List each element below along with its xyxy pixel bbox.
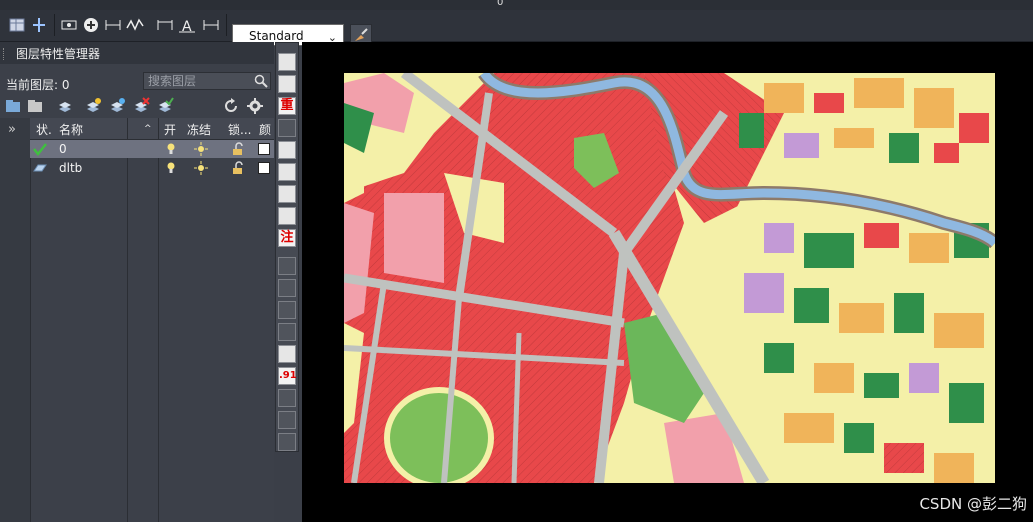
- col-on[interactable]: 开: [164, 121, 176, 138]
- col-lock[interactable]: 锁...: [228, 121, 251, 138]
- park-circle: [384, 387, 494, 483]
- layer-name: dltb: [59, 161, 83, 175]
- set-current-icon[interactable]: [156, 97, 174, 115]
- dim-style-icon[interactable]: [202, 16, 220, 34]
- dimension-icon[interactable]: [30, 16, 48, 34]
- watermark-text: CSDN @彭二狗: [919, 495, 1027, 513]
- panel-title-bar[interactable]: 图层特性管理器: [0, 42, 274, 64]
- new-group-filter-icon[interactable]: [26, 97, 44, 115]
- sun-icon[interactable]: [194, 161, 208, 175]
- new-property-filter-icon[interactable]: [4, 97, 22, 115]
- dim-aligned-icon[interactable]: [104, 16, 122, 34]
- main-toolbar: A Standard ⌄: [0, 10, 1033, 46]
- line-tool-icon[interactable]: [278, 411, 296, 429]
- dim-ordinate-icon[interactable]: [156, 16, 174, 34]
- checkmark-icon: [33, 143, 47, 156]
- new-layer-icon[interactable]: [84, 97, 102, 115]
- col-status[interactable]: 状.: [36, 121, 52, 138]
- divider-line-icon[interactable]: [278, 301, 296, 319]
- search-layer-input[interactable]: 搜索图层: [143, 72, 271, 90]
- current-layer-label: 当前图层: 0: [6, 78, 70, 92]
- unlock-icon[interactable]: [231, 161, 245, 175]
- column-divider: [127, 118, 128, 522]
- drawing-canvas[interactable]: CSDN @彭二狗: [302, 42, 1033, 522]
- refresh-icon[interactable]: [222, 97, 240, 115]
- column-divider: [158, 118, 159, 522]
- layer-icon: [33, 164, 47, 172]
- elevation-button[interactable]: .91: [278, 367, 297, 385]
- layer-properties-panel: 图层特性管理器 当前图层: 0 搜索图层 » 状. 名称 ^ 开 冻结 锁...…: [0, 42, 274, 522]
- ruler-icon[interactable]: [278, 323, 296, 341]
- color-swatch[interactable]: [258, 162, 270, 174]
- zoom-code-icon[interactable]: [278, 53, 296, 71]
- text-style-value: Standard: [249, 29, 304, 43]
- gear-icon[interactable]: [246, 97, 264, 115]
- duplicate-check-button[interactable]: 重: [278, 97, 296, 115]
- unlock-icon[interactable]: [231, 142, 245, 156]
- text-style-icon[interactable]: A: [178, 16, 196, 34]
- rectangle-icon[interactable]: [278, 279, 296, 297]
- select-region-icon[interactable]: [278, 119, 296, 137]
- layer-states-icon[interactable]: [56, 97, 74, 115]
- sun-icon[interactable]: [194, 142, 208, 156]
- filter-tree-strip: »: [0, 118, 31, 522]
- lightbulb-icon[interactable]: [164, 161, 178, 175]
- land-use-map[interactable]: [344, 73, 995, 483]
- annotate-button[interactable]: 注: [278, 229, 296, 247]
- search-placeholder: 搜索图层: [148, 74, 197, 88]
- layer-name: 0: [59, 142, 67, 156]
- search-icon[interactable]: [254, 74, 268, 88]
- layer-dropdown-value[interactable]: 0: [497, 0, 503, 8]
- panel-title: 图层特性管理器: [16, 47, 101, 61]
- color-swatch[interactable]: [258, 143, 270, 155]
- check-icon[interactable]: [278, 75, 296, 93]
- lightbulb-icon[interactable]: [164, 142, 178, 156]
- toolbar-separator: [54, 14, 55, 36]
- draw-corner-icon[interactable]: [278, 257, 296, 275]
- east-mosaic: [704, 73, 995, 483]
- target-icon[interactable]: [278, 389, 296, 407]
- col-freeze[interactable]: 冻结: [187, 121, 211, 138]
- layer-table: » 状. 名称 ^ 开 冻结 锁... 颜 0 dltb: [0, 118, 274, 522]
- col-name[interactable]: 名称: [59, 121, 83, 138]
- layer-row[interactable]: dltb: [30, 159, 274, 177]
- delete-layer-icon[interactable]: [132, 97, 150, 115]
- coordinate-icon[interactable]: [278, 185, 296, 203]
- sort-caret-icon: ^: [144, 124, 152, 134]
- col-color[interactable]: 颜: [259, 121, 271, 138]
- search-area-icon[interactable]: [278, 141, 296, 159]
- grid-icon[interactable]: [278, 345, 296, 363]
- layer-row[interactable]: 0: [30, 140, 274, 158]
- dim-linear-icon[interactable]: [60, 16, 78, 34]
- residential-area: [384, 193, 444, 283]
- break-line-icon[interactable]: [278, 433, 296, 451]
- measure-icon[interactable]: [278, 163, 296, 181]
- map-svg: [344, 73, 995, 483]
- new-layer-vp-frozen-icon[interactable]: [108, 97, 126, 115]
- vertical-command-toolbar: 重 注 .91: [275, 42, 299, 452]
- toolbar-separator: [226, 14, 227, 36]
- table-icon[interactable]: [8, 16, 26, 34]
- add-circle-icon[interactable]: [82, 16, 100, 34]
- layer-table-header: 状. 名称 ^ 开 冻结 锁... 颜: [30, 118, 274, 140]
- expand-chevron-icon[interactable]: »: [8, 122, 16, 137]
- layer-panel-toolbar: [0, 94, 274, 118]
- grip-icon[interactable]: [3, 48, 6, 60]
- frame-icon[interactable]: [278, 207, 296, 225]
- polyline-icon[interactable]: [126, 16, 144, 34]
